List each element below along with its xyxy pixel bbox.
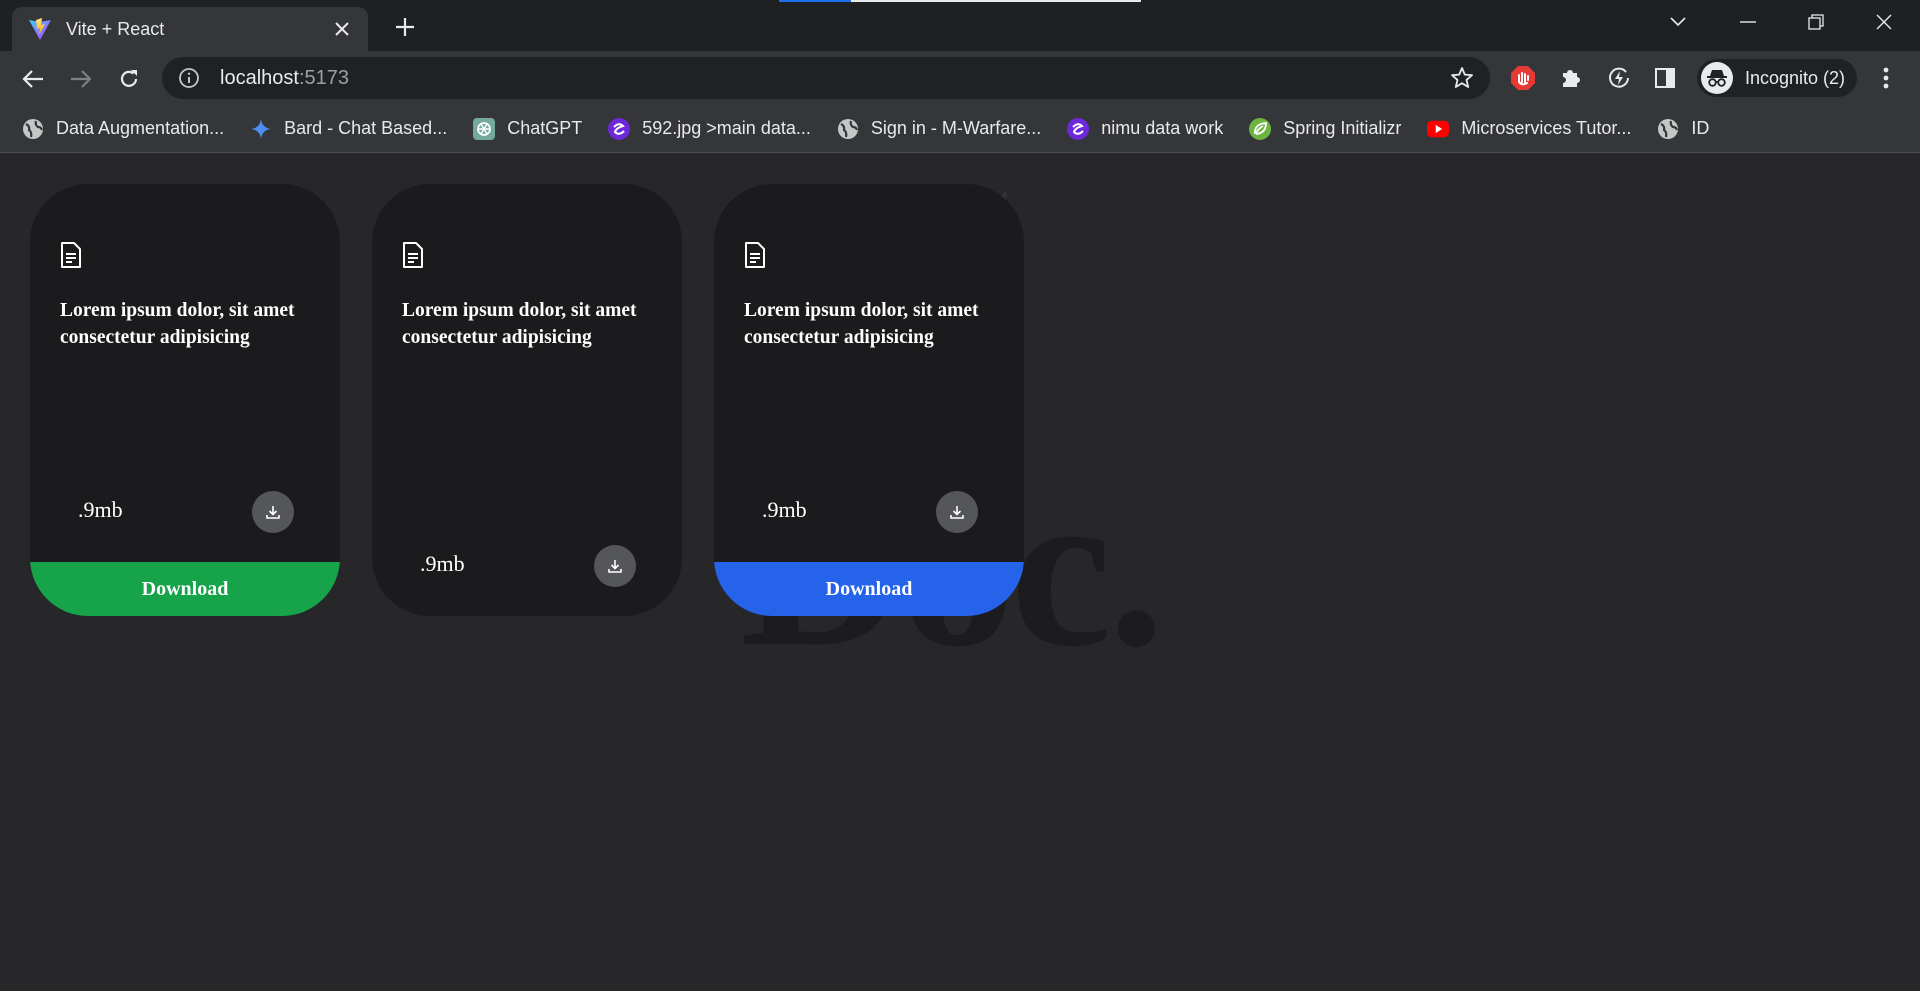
download-icon[interactable] xyxy=(252,491,294,533)
chatgpt-icon xyxy=(473,117,496,140)
bard-sparkle-icon xyxy=(250,118,272,140)
document-card: Lorem ipsum dolor, sit amet consectetur … xyxy=(714,184,1024,616)
forward-button[interactable] xyxy=(66,64,96,94)
card-title: Lorem ipsum dolor, sit amet consectetur … xyxy=(402,300,637,348)
spring-leaf-icon xyxy=(1249,117,1272,140)
document-icon xyxy=(744,242,768,268)
close-tab-icon[interactable] xyxy=(330,17,354,41)
file-size: .9mb xyxy=(762,497,807,522)
globe-icon xyxy=(837,118,859,140)
bookmark-item[interactable]: ChatGPT xyxy=(473,114,582,144)
tab-title: Vite + React xyxy=(66,18,165,39)
browser-menu-icon[interactable] xyxy=(1872,64,1900,92)
bookmark-label: Bard - Chat Based... xyxy=(284,118,448,138)
bookmark-label: 592.jpg >main data... xyxy=(642,118,811,138)
download-button[interactable]: Download xyxy=(714,562,1024,616)
bookmark-item[interactable]: Bard - Chat Based... xyxy=(250,114,447,144)
file-size: .9mb xyxy=(420,551,465,576)
reload-button[interactable] xyxy=(114,64,144,94)
card-title: Lorem ipsum dolor, sit amet consectetur … xyxy=(60,300,295,348)
bookmark-star-icon[interactable] xyxy=(1450,66,1474,90)
purple-swirl-icon xyxy=(608,117,631,140)
tab-strip: Vite + React xyxy=(0,0,1920,51)
globe-icon xyxy=(22,118,44,140)
loading-indicator-track xyxy=(851,0,1141,2)
browser-tab[interactable]: Vite + React xyxy=(12,7,368,51)
document-card: Lorem ipsum dolor, sit amet consectetur … xyxy=(372,184,682,616)
new-tab-button[interactable] xyxy=(390,12,420,42)
bookmark-label: ChatGPT xyxy=(507,118,583,138)
vite-icon xyxy=(28,17,52,41)
download-button[interactable]: Download xyxy=(30,562,340,616)
bookmark-label: Data Augmentation... xyxy=(56,118,225,138)
youtube-icon xyxy=(1427,118,1450,140)
bookmark-item[interactable]: ID xyxy=(1657,114,1709,144)
bookmark-item[interactable]: 592.jpg >main data... xyxy=(608,114,811,144)
incognito-profile-button[interactable]: Incognito (2) xyxy=(1697,59,1857,97)
download-icon[interactable] xyxy=(594,545,636,587)
page-viewport: Doc. Document Lorem ipsum dolor, sit ame… xyxy=(0,154,1920,991)
bookmark-label: ID xyxy=(1691,118,1710,138)
bookmark-item[interactable]: nimu data work xyxy=(1067,114,1223,144)
tab-search-icon[interactable] xyxy=(1660,8,1696,36)
bookmark-label: nimu data work xyxy=(1101,118,1224,138)
document-icon xyxy=(402,242,426,268)
site-info-icon[interactable] xyxy=(178,67,200,89)
loading-indicator xyxy=(779,0,851,2)
minimize-icon[interactable] xyxy=(1730,8,1766,36)
bookmark-label: Microservices Tutor... xyxy=(1461,118,1632,138)
document-card: Lorem ipsum dolor, sit amet consectetur … xyxy=(30,184,340,616)
purple-swirl-icon xyxy=(1067,117,1090,140)
side-panel-icon[interactable] xyxy=(1651,64,1679,92)
bookmark-item[interactable]: Spring Initializr xyxy=(1249,114,1401,144)
restore-icon[interactable] xyxy=(1798,8,1834,36)
close-window-icon[interactable] xyxy=(1866,8,1902,36)
bookmarks-bar: Data Augmentation... Bard - Chat Based..… xyxy=(0,105,1920,153)
url-host: localhost xyxy=(220,66,299,89)
browser-toolbar: localhost:5173 Incognito (2) xyxy=(0,51,1920,105)
file-size: .9mb xyxy=(78,497,123,522)
globe-icon xyxy=(1657,118,1679,140)
bookmark-label: Sign in - M-Warfare... xyxy=(870,118,1042,138)
extensions-puzzle-icon[interactable] xyxy=(1557,64,1585,92)
download-icon[interactable] xyxy=(936,491,978,533)
incognito-label: Incognito (2) xyxy=(1745,67,1846,88)
document-icon xyxy=(60,242,84,268)
url-port: :5173 xyxy=(298,66,349,89)
card-title: Lorem ipsum dolor, sit amet consectetur … xyxy=(744,300,979,348)
bookmark-label: Spring Initializr xyxy=(1283,118,1402,138)
adblock-extension-icon[interactable] xyxy=(1509,64,1537,92)
bookmark-item[interactable]: Sign in - M-Warfare... xyxy=(837,114,1041,144)
address-bar[interactable]: localhost:5173 xyxy=(162,57,1490,99)
performance-icon[interactable] xyxy=(1605,64,1633,92)
bookmark-item[interactable]: Microservices Tutor... xyxy=(1427,114,1631,144)
bookmark-item[interactable]: Data Augmentation... xyxy=(22,114,224,144)
incognito-icon xyxy=(1701,62,1733,94)
back-button[interactable] xyxy=(18,64,48,94)
